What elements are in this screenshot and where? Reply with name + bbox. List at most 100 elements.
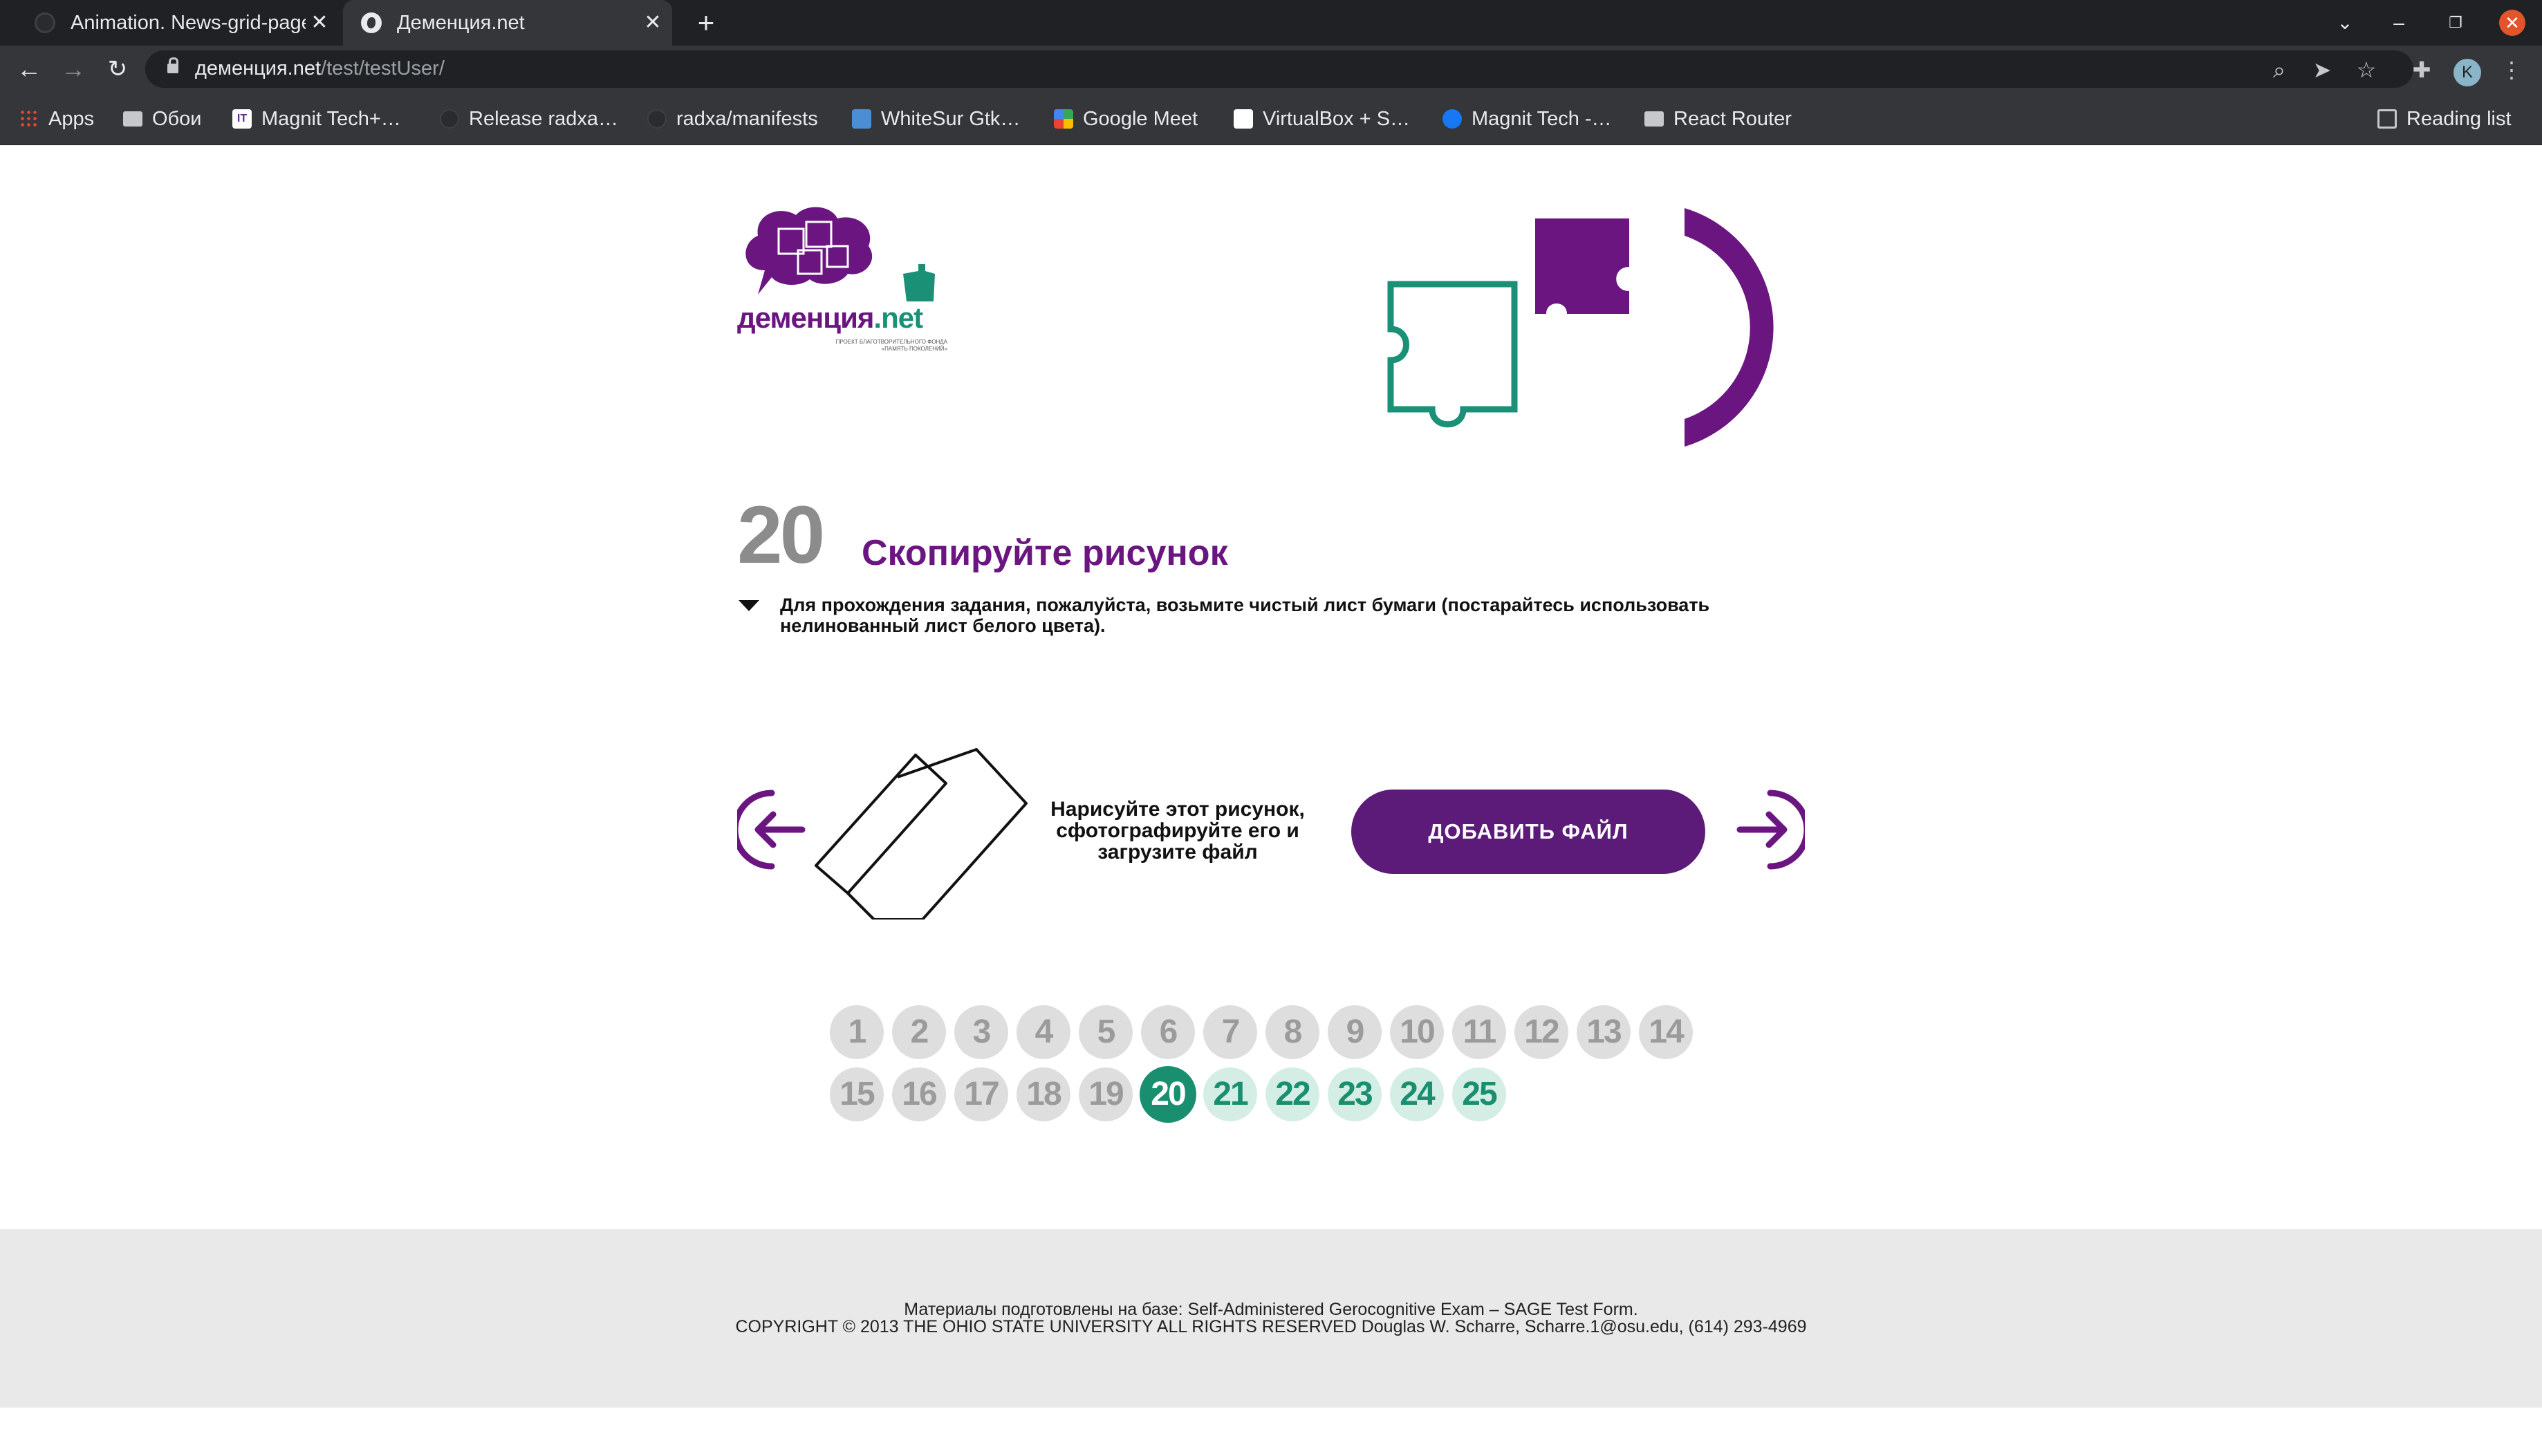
browser-window: Animation. News-grid-page ✕ Деменция.net…	[0, 0, 2542, 1456]
pager-item-1[interactable]: 1	[830, 1005, 884, 1059]
pager-item-21[interactable]: 21	[1203, 1067, 1257, 1121]
reading-list-label: Reading list	[2406, 107, 2512, 130]
extensions-puzzle-icon[interactable]: ✚	[2408, 56, 2436, 84]
close-tab-icon[interactable]: ✕	[307, 10, 332, 35]
bookmark-label: Apps	[48, 107, 95, 130]
tab-title: Animation. News-grid-page	[71, 11, 306, 34]
menu-kebab-icon[interactable]: ⋮	[2498, 56, 2525, 84]
tab-title: Деменция.net	[397, 11, 525, 34]
question-description: Для прохождения задания, пожалуйста, воз…	[780, 595, 1710, 636]
bookmark-label: VirtualBox + S…	[1263, 107, 1411, 130]
back-button[interactable]: ←	[14, 54, 44, 84]
send-icon[interactable]: ➤	[2308, 56, 2336, 84]
pager-item-25[interactable]: 25	[1452, 1067, 1506, 1121]
pager-item-5[interactable]: 5	[1079, 1005, 1133, 1059]
bookmark-google-meet[interactable]: Google Meet	[1054, 106, 1198, 131]
question-title: Скопируйте рисунок	[862, 533, 1228, 573]
pager-item-7[interactable]: 7	[1203, 1005, 1257, 1059]
bookmark-label: Google Meet	[1083, 107, 1198, 130]
tab-dementia-net[interactable]: Деменция.net ✕	[343, 0, 672, 46]
pager-item-15[interactable]: 15	[830, 1067, 884, 1121]
forward-button[interactable]: →	[58, 54, 89, 84]
pager-item-13[interactable]: 13	[1577, 1005, 1631, 1059]
close-tab-icon[interactable]: ✕	[640, 10, 665, 35]
pager-item-20[interactable]: 20	[1141, 1067, 1195, 1121]
pager-item-16[interactable]: 16	[892, 1067, 946, 1121]
bookmark-magnit-tech-plus[interactable]: IT Magnit Tech+…	[232, 106, 401, 131]
copy-figure-drawing	[815, 748, 1028, 920]
close-window-button[interactable]: ✕	[2499, 10, 2525, 36]
pager-item-8[interactable]: 8	[1265, 1005, 1319, 1059]
footer-copyright: COPYRIGHT © 2013 THE OHIO STATE UNIVERSI…	[735, 1317, 1807, 1336]
address-bar[interactable]	[145, 50, 2413, 88]
pager-item-14[interactable]: 14	[1639, 1005, 1693, 1059]
whitesur-icon	[852, 109, 871, 129]
restore-button[interactable]: ❐	[2440, 7, 2471, 39]
url-host: деменция.net	[195, 57, 322, 80]
tab-animation-news-grid[interactable]: Animation. News-grid-page ✕	[28, 0, 339, 46]
it-logo-icon: IT	[232, 109, 252, 129]
github-icon	[440, 109, 459, 129]
github-icon	[35, 12, 55, 33]
bookmark-label: Release radxa…	[469, 107, 618, 130]
next-question-arrow-icon[interactable]	[1736, 790, 1805, 870]
pager-item-22[interactable]: 22	[1265, 1067, 1319, 1121]
bookmark-radxa-manifests[interactable]: radxa/manifests	[647, 106, 818, 131]
github-icon	[647, 109, 667, 129]
bookmarks-bar: Apps Обои IT Magnit Tech+… Release radxa……	[0, 93, 2542, 145]
pager-item-24[interactable]: 24	[1390, 1067, 1444, 1121]
facebook-icon	[1442, 109, 1462, 129]
tab-strip: Animation. News-grid-page ✕ Деменция.net…	[0, 0, 2542, 46]
pager-item-9[interactable]: 9	[1328, 1005, 1382, 1059]
browser-toolbar: ← → ↻ деменция.net/test/testUser/ ⌕ ➤ ☆ …	[0, 46, 2542, 93]
url-text[interactable]: деменция.net/test/testUser/	[195, 57, 445, 80]
bookmark-label: WhiteSur Gtk…	[881, 107, 1021, 130]
pager-item-4[interactable]: 4	[1017, 1005, 1070, 1059]
pager-item-6[interactable]: 6	[1141, 1005, 1195, 1059]
previous-question-arrow-icon[interactable]	[737, 790, 806, 870]
question-pager: 1 2 3 4 5 6 7 8 9 10 11 12 13 14 15 16 17 18 19 20 21 22 23 24 2…	[830, 1005, 1701, 1130]
bookmark-release-radxa[interactable]: Release radxa…	[440, 106, 618, 131]
bookmark-magnit-tech[interactable]: Magnit Tech -…	[1442, 106, 1612, 131]
bookmark-apps[interactable]: Apps	[19, 106, 94, 131]
pager-item-23[interactable]: 23	[1328, 1067, 1382, 1121]
bookmark-whitesur-gtk[interactable]: WhiteSur Gtk…	[852, 106, 1020, 131]
bookmark-star-icon[interactable]: ☆	[2353, 56, 2380, 84]
lock-icon[interactable]	[167, 57, 178, 73]
bookmark-react-router[interactable]: React Router	[1644, 106, 1792, 131]
add-file-button[interactable]: ДОБАВИТЬ ФАЙЛ	[1351, 790, 1705, 874]
zoom-search-icon[interactable]: ⌕	[2265, 56, 2293, 84]
pager-item-17[interactable]: 17	[954, 1067, 1008, 1121]
pager-item-11[interactable]: 11	[1452, 1005, 1506, 1059]
bookmark-label: radxa/manifests	[676, 107, 818, 130]
notion-icon	[1234, 109, 1253, 129]
reading-list-button[interactable]: Reading list	[2377, 106, 2512, 131]
folder-icon	[123, 111, 142, 127]
apps-grid-icon	[19, 109, 39, 129]
description-toggle-caret-icon[interactable]	[739, 600, 759, 611]
bookmark-label: React Router	[1673, 107, 1792, 130]
pager-item-18[interactable]: 18	[1017, 1067, 1070, 1121]
bookmark-oboi[interactable]: Обои	[123, 106, 202, 131]
globe-icon	[361, 12, 382, 33]
logo-wordmark: деменция.net	[737, 301, 923, 335]
tab-search-chevron-icon[interactable]: ⌄	[2329, 7, 2361, 39]
pager-item-19[interactable]: 19	[1079, 1067, 1133, 1121]
reload-button[interactable]: ↻	[102, 54, 133, 84]
pager-item-10[interactable]: 10	[1390, 1005, 1444, 1059]
logo-wordmark-net: .net	[873, 301, 923, 334]
bookmark-label: Обои	[152, 107, 202, 130]
pager-item-3[interactable]: 3	[954, 1005, 1008, 1059]
google-meet-icon	[1054, 109, 1073, 129]
pager-item-2[interactable]: 2	[892, 1005, 946, 1059]
folder-icon	[1644, 111, 1664, 127]
new-tab-button[interactable]: +	[689, 6, 723, 40]
pager-item-12[interactable]: 12	[1514, 1005, 1568, 1059]
bookmark-label: Magnit Tech -…	[1472, 107, 1612, 130]
profile-avatar[interactable]: K	[2453, 59, 2481, 86]
bookmark-label: Magnit Tech+…	[261, 107, 401, 130]
minimize-button[interactable]: –	[2383, 7, 2415, 39]
logo-subtitle: ПРОЕКТ БЛАГОТВОРИТЕЛЬНОГО ФОНДА «ПАМЯТЬ …	[835, 339, 947, 352]
bookmark-virtualbox[interactable]: VirtualBox + S…	[1234, 106, 1410, 131]
logo-wordmark-main: деменция	[737, 301, 874, 334]
